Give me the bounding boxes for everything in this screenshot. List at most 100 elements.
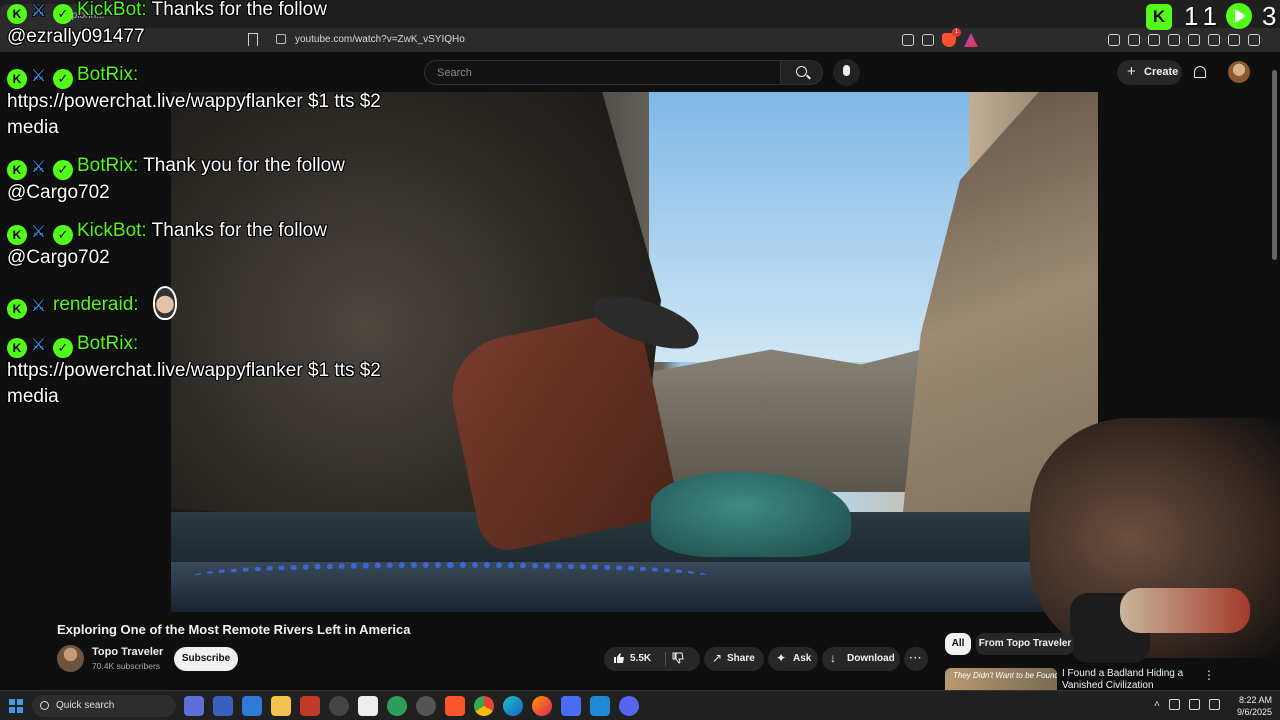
- like-dislike-group: 5.5K: [604, 647, 700, 671]
- create-button[interactable]: + Create: [1117, 60, 1182, 85]
- download-label: Download: [847, 653, 895, 664]
- share-label: Share: [727, 653, 755, 664]
- discord-icon[interactable]: [619, 696, 639, 716]
- ask-label: Ask: [793, 653, 812, 664]
- search-input[interactable]: Search: [424, 60, 781, 85]
- search-icon: [796, 66, 807, 77]
- ask-button[interactable]: ✦ Ask: [768, 647, 818, 671]
- network-icon[interactable]: [1188, 699, 1200, 710]
- windows-start-icon[interactable]: [9, 699, 23, 713]
- kick-badge-icon: K: [7, 4, 27, 24]
- more-actions-button[interactable]: ···: [904, 647, 928, 671]
- thumbs-up-icon[interactable]: [613, 652, 625, 664]
- scroll-thumb[interactable]: [1272, 70, 1277, 260]
- search-button[interactable]: [781, 60, 823, 85]
- file-explorer-icon[interactable]: [271, 696, 291, 716]
- chat-username: BotRix:: [77, 333, 139, 354]
- tray-chevron-icon[interactable]: ˄: [1154, 699, 1160, 710]
- notifications-bell-icon[interactable]: [1194, 66, 1206, 78]
- download-button[interactable]: ↓ Download: [822, 647, 900, 671]
- kick-badge-icon: K: [7, 160, 27, 180]
- extensions-icon[interactable]: [1108, 34, 1120, 46]
- chat-message: K ⚔ ✓ BotRix: https://powerchat.live/wappyf…: [7, 331, 407, 410]
- recommended-thumbnail[interactable]: They Didn't Want to be Found: [945, 668, 1057, 692]
- recommended-more-icon[interactable]: ⋮: [1203, 668, 1215, 682]
- windows-taskbar: Quick search ˄ 8:22 AM 9/6/2025: [0, 690, 1280, 720]
- verified-badge-icon: ✓: [53, 338, 73, 358]
- account-avatar[interactable]: [1228, 61, 1250, 83]
- page-scrollbar[interactable]: [1270, 60, 1278, 690]
- vpn-icon[interactable]: [1228, 34, 1240, 46]
- firefox-icon[interactable]: [532, 696, 552, 716]
- taskbar-app-icon[interactable]: [416, 696, 436, 716]
- system-tray: ˄: [1154, 699, 1220, 710]
- chat-username: BotRix:: [77, 155, 139, 176]
- chat-message: K ⚔ ✓ BotRix: Thank you for the follow @Car…: [7, 153, 407, 206]
- taskbar-app-icon[interactable]: [242, 696, 262, 716]
- volume-icon[interactable]: [1208, 699, 1220, 710]
- chat-message: K ⚔ ✓ KickBot: Thanks for the follow @ezral…: [7, 0, 407, 50]
- chat-username: renderaid:: [53, 294, 139, 315]
- reading-list-icon[interactable]: [1128, 34, 1140, 46]
- channel-name[interactable]: Topo Traveler: [92, 646, 163, 658]
- kick-viewer-stats: K 11: [1146, 1, 1280, 33]
- plus-icon: +: [1127, 63, 1136, 80]
- taskbar-app-icon[interactable]: [184, 696, 204, 716]
- taskbar-app-icon[interactable]: [300, 696, 320, 716]
- verified-badge-icon: ✓: [53, 160, 73, 180]
- subscribe-button[interactable]: Subscribe: [174, 647, 238, 671]
- taskbar-search[interactable]: Quick search: [32, 695, 176, 717]
- chat-message: K ⚔ renderaid:: [7, 286, 407, 320]
- voice-search-button[interactable]: [833, 59, 860, 86]
- sword-badge-icon: ⚔: [31, 66, 47, 85]
- address-actions: 1: [902, 28, 978, 48]
- taskbar-clock[interactable]: 8:22 AM 9/6/2025: [1234, 694, 1272, 718]
- chat-username: KickBot:: [77, 220, 147, 241]
- menu-icon[interactable]: [1248, 34, 1260, 46]
- verified-badge-icon: ✓: [53, 69, 73, 89]
- microphone-tray-icon[interactable]: [1168, 699, 1180, 710]
- edge-icon[interactable]: [503, 696, 523, 716]
- clock-date: 9/6/2025: [1236, 707, 1272, 717]
- sidebar-icon[interactable]: [1168, 34, 1180, 46]
- like-divider: [665, 652, 666, 666]
- thumbs-down-icon[interactable]: [672, 652, 684, 664]
- recommended-thumbnail-text: They Didn't Want to be Found: [953, 671, 1057, 680]
- channel-avatar[interactable]: [57, 645, 84, 672]
- vscode-icon[interactable]: [590, 696, 610, 716]
- chip-from-channel[interactable]: From Topo Traveler: [976, 633, 1074, 655]
- video-far-canyon: [651, 342, 951, 492]
- verified-badge-icon: ✓: [53, 4, 73, 24]
- chip-all[interactable]: All: [945, 633, 971, 655]
- taskbar-app-icon[interactable]: [213, 696, 233, 716]
- download-icon: ↓: [830, 651, 836, 665]
- leo-icon[interactable]: [1208, 34, 1220, 46]
- cast-icon[interactable]: [902, 34, 914, 46]
- brave-browser-icon[interactable]: [445, 696, 465, 716]
- kick-badge-icon: K: [7, 225, 27, 245]
- media-icon[interactable]: [1148, 34, 1160, 46]
- taskbar-app-icon[interactable]: [329, 696, 349, 716]
- taskbar-app-icon[interactable]: [358, 696, 378, 716]
- play-viewer-count: 3: [1262, 1, 1277, 31]
- chat-text: https://powerchat.live/wappyflanker $1 t…: [7, 360, 381, 407]
- taskbar-app-icon[interactable]: [561, 696, 581, 716]
- taskbar-search-icon: [40, 701, 49, 710]
- brave-rewards-icon[interactable]: [964, 33, 978, 47]
- share-button[interactable]: ↗ Share: [704, 647, 764, 671]
- chat-message: K ⚔ ✓ BotRix: https://powerchat.live/wappyf…: [7, 62, 407, 141]
- play-logo-icon: [1226, 3, 1252, 29]
- chat-username: KickBot:: [77, 0, 147, 20]
- kick-badge-icon: K: [7, 299, 27, 319]
- kick-viewer-count: 11: [1184, 1, 1223, 31]
- streamer-webcam: [1030, 418, 1280, 663]
- brave-shields-icon[interactable]: 1: [942, 28, 961, 47]
- subscriber-count: 70.4K subscribers: [92, 661, 161, 671]
- share-page-icon[interactable]: [922, 34, 934, 46]
- like-count[interactable]: 5.5K: [630, 653, 651, 664]
- recommended-title[interactable]: I Found a Badland Hiding a Vanished Civi…: [1062, 668, 1202, 692]
- video-sky: [649, 92, 969, 362]
- taskbar-app-icon[interactable]: [387, 696, 407, 716]
- chrome-icon[interactable]: [474, 696, 494, 716]
- wallet-icon[interactable]: [1188, 34, 1200, 46]
